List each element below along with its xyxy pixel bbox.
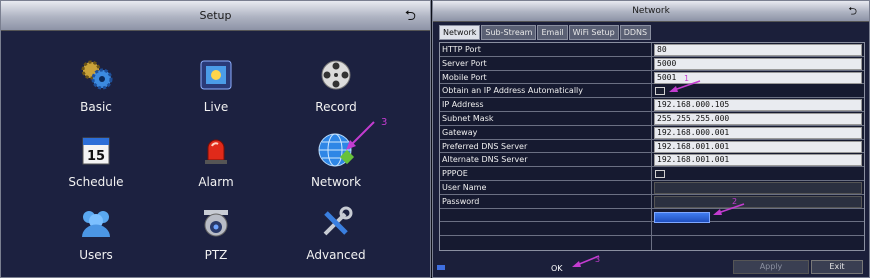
empty-label [440,222,652,236]
obtain-ip-auto-checkbox[interactable] [655,87,665,96]
setup-item-users[interactable]: Users [41,204,151,262]
form-row: Alternate DNS Server 192.168.001.001 [440,153,864,168]
calendar-icon: 15 [76,131,116,169]
setup-item-label: Basic [80,100,112,114]
field-label: Server Port [440,56,652,70]
tab-sub-stream[interactable]: Sub-Stream [481,25,537,40]
field-label: Obtain an IP Address Automatically [440,84,652,98]
form-row: Gateway 192.168.000.001 [440,125,864,140]
setup-item-label: Network [310,175,362,189]
field-label: HTTP Port [440,43,652,56]
setup-window: Setup ⮌ Basic Live Record 15 Schedule Al… [0,0,431,278]
tab-network[interactable]: Network [439,25,481,40]
annotation-number: 1 [684,74,690,84]
annotation-arrow-icon [346,121,375,150]
user-name-input[interactable] [654,181,862,194]
form-row: HTTP Port 80 [440,43,864,57]
alternate-dns-input[interactable]: 192.168.001.001 [654,154,862,167]
setup-item-ptz[interactable]: PTZ [161,204,271,262]
form-row: Preferred DNS Server 192.168.001.001 [440,139,864,154]
setup-item-label: Advanced [306,248,366,262]
form-row: Server Port 5000 [440,56,864,71]
film-reel-icon [316,56,356,94]
users-icon [76,204,116,242]
setup-item-label: Record [315,100,357,114]
ptz-camera-icon [196,204,236,242]
setup-item-basic[interactable]: Basic [41,56,151,114]
form-row: PPPOE [440,167,864,181]
setup-item-label: Users [79,248,113,262]
empty-label [440,236,652,251]
password-input[interactable] [654,195,862,208]
form-row: 2 [440,197,864,223]
setup-item-live[interactable]: Live [161,56,271,114]
form-row [440,222,864,237]
ip-address-input[interactable]: 192.168.000.105 [654,99,862,112]
network-title: Network [632,6,670,16]
http-port-input[interactable]: 80 [654,44,862,56]
setup-item-label: Alarm [198,175,234,189]
setup-item-label: PTZ [204,248,228,262]
field-label: Gateway [440,125,652,139]
setup-item-record[interactable]: Record [281,56,391,114]
setup-title: Setup [199,9,232,22]
setup-title-bar: Setup ⮌ [1,1,430,31]
calendar-day: 15 [87,149,105,164]
field-label: Preferred DNS Server [440,139,652,153]
network-title-bar: Network ⮌ [433,1,869,22]
setup-item-alarm[interactable]: Alarm [161,131,271,189]
tools-icon [316,204,356,242]
exit-button[interactable]: Exit [811,260,863,274]
setup-item-schedule[interactable]: 15 Schedule [41,131,151,189]
network-window: Network ⮌ Network Sub-Stream Email WiFi … [432,0,870,278]
tab-ddns[interactable]: DDNS [619,25,652,40]
annotation-arrow-icon [713,202,745,215]
pppoe-apply-button[interactable] [654,211,710,223]
gears-icon [76,56,116,94]
form-row: Obtain an IP Address Automatically 1 [440,74,864,99]
form-row: Mobile Port 5001 [440,70,864,85]
apply-button[interactable]: Apply [733,260,809,274]
network-footer: OK 3 Apply Exit [433,255,869,277]
form-row: Password [440,194,864,209]
network-tabs: Network Sub-Stream Email WiFi Setup DDNS [439,25,652,40]
setup-item-label: Live [203,100,229,114]
field-label: Password [440,194,652,208]
gateway-input[interactable]: 192.168.000.001 [654,126,862,139]
back-icon[interactable]: ⮌ [405,9,416,23]
field-label: PPPOE [440,167,652,180]
form-row [440,236,864,251]
setup-item-label: Schedule [68,175,124,189]
tab-email[interactable]: Email [537,25,568,40]
field-label: IP Address [440,98,652,111]
film-icon [196,56,236,94]
preferred-dns-input[interactable]: 192.168.001.001 [654,140,862,153]
server-port-input[interactable]: 5000 [654,57,862,70]
form-row: Subnet Mask 255.255.255.000 [440,111,864,126]
field-label: Mobile Port [440,70,652,84]
annotation-number: 2 [732,196,738,206]
keyboard-icon[interactable] [437,265,445,270]
annotation-number: 3 [381,117,388,128]
pppoe-checkbox[interactable] [655,170,665,179]
back-icon[interactable]: ⮌ [848,6,857,17]
ok-button[interactable]: OK [551,264,563,273]
field-label: Alternate DNS Server [440,153,652,167]
alarm-siren-icon [196,131,236,169]
annotation-number: 3 [595,255,601,264]
setup-item-advanced[interactable]: Advanced [281,204,391,262]
tab-wifi-setup[interactable]: WiFi Setup [568,25,619,40]
form-row: IP Address 192.168.000.105 [440,98,864,112]
network-settings-form: HTTP Port 80 Server Port 5000 Mobile Por… [439,42,865,252]
field-label: User Name [440,180,652,194]
empty-label [440,208,652,222]
form-row: User Name [440,180,864,195]
subnet-mask-input[interactable]: 255.255.255.000 [654,112,862,125]
field-label: Subnet Mask [440,111,652,125]
